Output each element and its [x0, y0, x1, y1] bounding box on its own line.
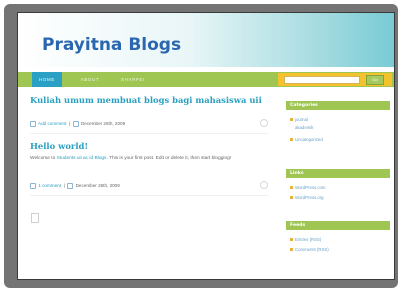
- post-date: December 26th, 2009: [80, 121, 126, 127]
- bullet-icon: [290, 248, 293, 252]
- widget-title: Categories: [286, 101, 390, 110]
- list-item[interactable]: journal: [290, 117, 308, 122]
- post-title[interactable]: Hello world!: [30, 141, 88, 151]
- list-item-label: Comments (RSS): [295, 247, 329, 252]
- widget-categories: Categories journal akademik Uncategorize…: [286, 101, 390, 142]
- post-divider: [30, 195, 268, 196]
- comment-bubble-icon: [260, 119, 268, 127]
- bullet-icon: [290, 238, 293, 242]
- post-meta: Add comment | December 26th, 2009: [30, 121, 125, 127]
- bullet-icon: [290, 186, 293, 190]
- bullet-icon: [290, 138, 293, 142]
- post-body-link[interactable]: Students uii ac id Blogs: [57, 156, 107, 161]
- list-item-label: Uncategorized: [295, 137, 323, 142]
- post-body-text: . This is your first post. Edit or delet…: [106, 156, 232, 161]
- calendar-icon: [67, 183, 74, 189]
- placeholder-image-icon: [31, 213, 39, 223]
- list-item[interactable]: Uncategorized: [290, 137, 323, 142]
- comment-icon: [30, 121, 36, 127]
- list-item[interactable]: WordPress.org: [290, 195, 324, 200]
- nav-item-about[interactable]: ABOUT: [76, 72, 104, 87]
- comment-icon: [30, 183, 36, 189]
- widget-links: Links WordPress.com WordPress.org: [286, 169, 390, 200]
- list-item-label: akademik: [295, 125, 314, 130]
- comments-link[interactable]: Add comment: [38, 121, 66, 126]
- list-item-label: Entries (RSS): [295, 237, 322, 242]
- comments-link[interactable]: 1 comment: [38, 183, 61, 188]
- post-divider: [30, 133, 268, 134]
- post-meta: 1 comment | December 26th, 2009: [30, 183, 120, 189]
- nav-item-home[interactable]: HOME: [32, 72, 62, 87]
- post-date: December 26th, 2009: [75, 183, 120, 189]
- bullet-icon: [290, 118, 293, 122]
- widget-title: Links: [286, 169, 390, 178]
- widget-feeds: Feeds Entries (RSS) Comments (RSS): [286, 221, 390, 252]
- post-title[interactable]: Kuliah umum membuat blogs bagi mahasiswa…: [30, 95, 262, 105]
- post-body: Welcome to Students uii ac id Blogs. Thi…: [30, 155, 260, 163]
- site-title[interactable]: Prayitna Blogs: [42, 35, 181, 55]
- list-item[interactable]: Entries (RSS): [290, 237, 321, 242]
- search-button[interactable]: Go: [366, 75, 384, 85]
- post-body-text: Welcome to: [30, 156, 57, 161]
- site-header: Prayitna Blogs: [18, 13, 394, 67]
- meta-separator: |: [67, 121, 73, 127]
- calendar-icon: [72, 121, 79, 127]
- comment-bubble-icon: [260, 181, 268, 189]
- search-bar: Go: [278, 73, 392, 86]
- nav-item-sharpei[interactable]: SHARPEI: [116, 72, 150, 87]
- widget-title: Feeds: [286, 221, 390, 230]
- list-item-label: journal: [295, 117, 308, 122]
- list-item[interactable]: akademik: [290, 125, 313, 130]
- search-input[interactable]: [284, 76, 360, 84]
- list-item[interactable]: WordPress.com: [290, 185, 325, 190]
- browser-viewport: Prayitna Blogs HOME ABOUT SHARPEI Go Kul…: [17, 12, 395, 280]
- list-item-label: WordPress.com: [295, 185, 326, 190]
- bullet-icon: [290, 196, 293, 200]
- list-item-label: WordPress.org: [295, 195, 324, 200]
- list-item[interactable]: Comments (RSS): [290, 247, 329, 252]
